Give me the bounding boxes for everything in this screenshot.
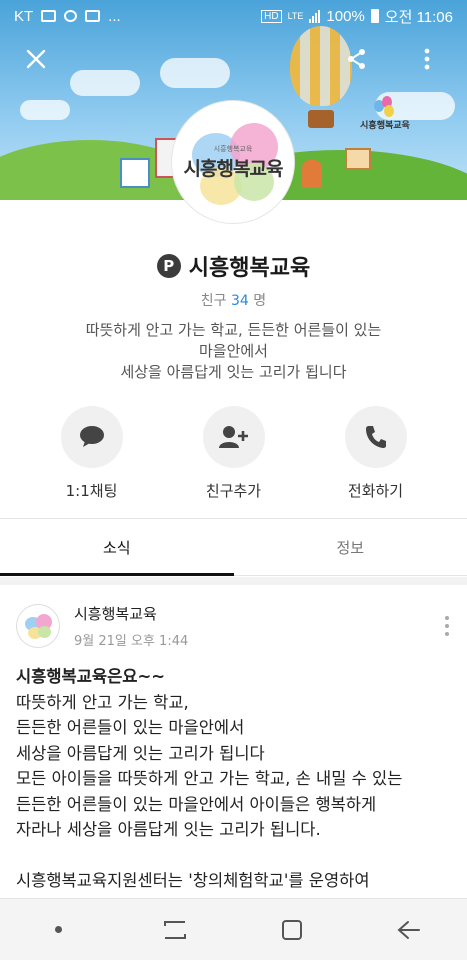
chat-button[interactable]: 1:1채팅 [49, 406, 135, 501]
post-author[interactable]: 시흥행복교육 [74, 603, 188, 624]
more-options-button[interactable] [410, 42, 444, 76]
cloud-shape [160, 58, 230, 88]
battery-label: 100% [326, 7, 365, 25]
post-line: 든든한 어른들이 있는 마을안에서 [16, 718, 245, 737]
post-line: 모든 아이들을 따뜻하게 안고 가는 학교, 손 내밀 수 있는 [16, 769, 403, 788]
back-button[interactable] [379, 910, 439, 950]
profile-name-row: P 시흥행복교육 [0, 250, 467, 282]
battery-icon [370, 9, 379, 23]
clock-label: 오전 11:06 [384, 8, 453, 26]
phone-icon [365, 426, 386, 448]
tab-news-label: 소식 [102, 538, 131, 557]
gallery-notif-icon [41, 10, 57, 22]
house-icon [120, 158, 150, 188]
friends-label: 친구 [200, 293, 227, 309]
post-line: 자라나 세상을 아름답게 잇는 고리가 됩니다. [16, 820, 321, 839]
plus-friend-badge-icon: P [156, 254, 181, 278]
close-button[interactable] [19, 42, 53, 76]
add-friend-button-circle[interactable] [202, 406, 265, 468]
post-line: 든든한 어른들이 있는 마을안에서 아이들은 행복하게 [16, 794, 377, 814]
post-meta: 시흥행복교육 9월 21일 오후 1:44 [74, 603, 188, 649]
recents-button[interactable] [145, 910, 205, 950]
home-button[interactable] [262, 910, 322, 950]
nav-dot-button[interactable] [28, 910, 88, 950]
mini-flower-icon [374, 96, 396, 118]
description-line: 마을안에서 [198, 342, 268, 360]
logo-subtext: 시흥행복교육 [213, 144, 253, 153]
post-more-button[interactable] [438, 616, 456, 636]
cloud-shape [70, 70, 140, 96]
kebab-dot [445, 624, 449, 628]
call-button[interactable]: 전화하기 [333, 406, 419, 501]
more-notifs-label: ... [108, 7, 121, 25]
child-figure-icon [302, 160, 322, 188]
chat-button-circle[interactable] [60, 406, 123, 468]
profile-logo[interactable]: 시흥행복교육 시흥행복교육 [171, 100, 295, 224]
recents-icon [164, 920, 187, 939]
status-bar: KT ... HD LTE 100% 오전 11:06 [0, 0, 467, 32]
tab-info-label: 정보 [336, 538, 365, 557]
add-friend-button-label: 친구추가 [205, 482, 262, 500]
home-dot-icon [54, 926, 62, 933]
description-line: 따뜻하게 안고 가는 학교, 든든한 어른들이 있는 [85, 321, 382, 339]
action-buttons: 1:1채팅 친구추가 전화하기 [0, 406, 467, 501]
friends-unit: 명 [253, 293, 267, 309]
close-icon [26, 49, 46, 69]
signal-icon [309, 9, 321, 23]
chat-button-label: 1:1채팅 [65, 482, 118, 500]
profile-description: 따뜻하게 안고 가는 학교, 든든한 어른들이 있는 마을안에서 세상을 아름답… [30, 320, 437, 383]
share-icon [348, 49, 365, 69]
more-vertical-icon [424, 48, 430, 70]
share-button[interactable] [340, 42, 374, 76]
post-body: 시흥행복교육은요~~ 따뜻하게 안고 가는 학교, 든든한 어른들이 있는 마을… [16, 664, 456, 894]
banner-small-logo: 시흥행복교육 [356, 96, 414, 131]
add-friend-button[interactable]: 친구추가 [191, 406, 277, 501]
system-nav-bar [0, 898, 467, 960]
carrier-label: KT [14, 7, 34, 25]
balloon-basket [308, 110, 334, 128]
kebab-dot [445, 616, 449, 620]
house-icon [345, 148, 371, 170]
post-line: 세상을 아름답게 잇는 고리가 됩니다 [16, 743, 265, 763]
tab-bar: 소식 정보 [0, 518, 467, 576]
back-arrow-icon [397, 920, 420, 939]
lte-label: LTE [287, 11, 304, 21]
chat-bubble-icon [79, 426, 104, 447]
home-square-icon [281, 919, 302, 940]
banner-small-logo-text: 시흥행복교육 [360, 121, 410, 131]
description-line: 세상을 아름답게 잇는 고리가 됩니다 [120, 363, 347, 381]
android-notif-icon [64, 10, 78, 22]
post-line: 따뜻하게 안고 가는 학교, [16, 692, 189, 712]
friends-count: 친구 34 명 [0, 290, 467, 310]
call-button-circle[interactable] [344, 406, 407, 468]
kebab-dot [445, 632, 449, 636]
profile-name: 시흥행복교육 [188, 256, 311, 281]
add-friend-icon [218, 426, 248, 448]
tab-info[interactable]: 정보 [234, 519, 467, 575]
logo-text: 시흥행복교육 [183, 157, 284, 180]
tab-news[interactable]: 소식 [0, 519, 234, 576]
post-header: 시흥행복교육 9월 21일 오후 1:44 [16, 602, 456, 650]
friends-number: 34 [231, 293, 249, 309]
post-title: 시흥행복교육은요~~ [16, 667, 166, 686]
post-timestamp: 9월 21일 오후 1:44 [74, 634, 189, 649]
cloud-shape [20, 100, 70, 120]
call-button-label: 전화하기 [347, 482, 404, 500]
avatar[interactable] [16, 604, 60, 648]
hd-voice-badge: HD [261, 9, 282, 23]
section-divider [0, 577, 467, 585]
message-notif-icon [85, 10, 101, 22]
post-line: 시흥행복교육지원센터는 '창의체험학교'를 운영하여 [16, 871, 370, 890]
